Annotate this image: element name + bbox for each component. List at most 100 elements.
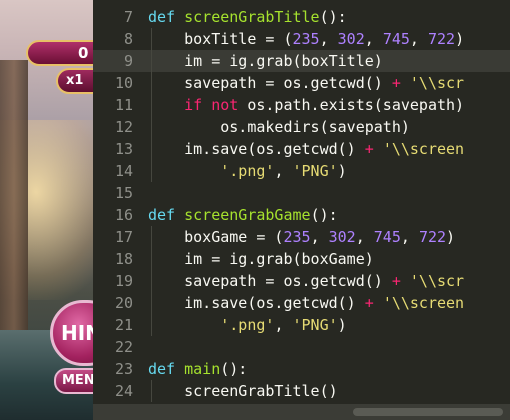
line-number: 24 [114, 382, 133, 400]
code-line[interactable]: 15 [93, 182, 510, 204]
code-text: if not os.path.exists(savepath) [148, 94, 464, 116]
code-token: im = ig.grab(boxTitle) [148, 52, 383, 70]
line-number: 17 [114, 228, 133, 246]
code-line[interactable]: 13 im.save(os.getcwd() + '\\screen [93, 138, 510, 160]
line-number: 12 [114, 118, 133, 136]
code-token: , [310, 228, 329, 246]
code-token: ) [446, 228, 456, 246]
code-token: def [148, 360, 185, 378]
code-token: 302 [328, 228, 356, 246]
code-token: + [391, 74, 401, 92]
code-token: savepath = os.getcwd() [148, 74, 392, 92]
code-token: im = ig.grab(boxGame) [148, 250, 374, 268]
code-token: (): [220, 360, 248, 378]
code-token: 722 [418, 228, 447, 246]
code-line[interactable]: 24 screenGrabTitle() [93, 380, 510, 402]
code-token: screenGrabTitle() [148, 382, 338, 400]
code-editor[interactable]: 7 def screenGrabTitle(): 8 boxTitle = (235… [93, 0, 510, 420]
code-token: , [355, 228, 374, 246]
code-line[interactable]: 9 im = ig.grab(boxTitle) [93, 50, 510, 72]
code-token: savepath = os.getcwd() [148, 272, 392, 290]
scrollbar-thumb[interactable] [353, 408, 503, 416]
line-number: 10 [114, 74, 133, 92]
line-number: 8 [123, 30, 133, 48]
code-line[interactable]: 16 def screenGrabGame(): [93, 204, 510, 226]
code-token: + [364, 140, 374, 158]
code-token: (): [319, 8, 347, 26]
indent-guide [151, 380, 152, 402]
code-token: 302 [337, 30, 365, 48]
code-token: 235 [283, 228, 311, 246]
code-token: , [400, 228, 419, 246]
code-token: im.save(os.getcwd() [148, 294, 365, 312]
line-number: 16 [114, 206, 133, 224]
code-token: + [364, 294, 374, 312]
code-token: + [391, 272, 401, 290]
code-line[interactable]: 7 def screenGrabTitle(): [93, 6, 510, 28]
code-token: 235 [292, 30, 320, 48]
hint-label: HIN [61, 321, 93, 345]
code-token: 745 [373, 228, 401, 246]
indent-guide [151, 226, 152, 336]
code-text: '.png', 'PNG') [148, 160, 346, 182]
line-number: 15 [114, 184, 133, 202]
line-number: 9 [123, 52, 133, 70]
code-token: boxTitle [148, 30, 266, 48]
code-token: if not [184, 96, 239, 114]
multiplier-value: x1 [66, 73, 84, 88]
line-number: 14 [114, 162, 133, 180]
code-text: im = ig.grab(boxTitle) [148, 50, 383, 72]
code-line[interactable]: 17 boxGame = (235, 302, 745, 722) [93, 226, 510, 248]
code-line[interactable]: 12 os.makedirs(savepath) [93, 116, 510, 138]
code-text: screenGrabTitle() [148, 380, 338, 402]
code-token: 722 [427, 30, 456, 48]
code-line[interactable]: 22 [93, 336, 510, 358]
code-token: 745 [382, 30, 410, 48]
code-token: '\\scr [409, 272, 465, 290]
code-text: savepath = os.getcwd() + '\\scr [148, 72, 464, 94]
code-text: boxTitle = (235, 302, 745, 722) [148, 28, 464, 50]
menu-label: MEN [62, 373, 93, 388]
code-token: , [319, 30, 338, 48]
code-line[interactable]: 10 savepath = os.getcwd() + '\\scr [93, 72, 510, 94]
multiplier-display: x1 [56, 68, 93, 94]
code-token: '\\screen [382, 140, 465, 158]
horizontal-scrollbar[interactable] [93, 404, 510, 420]
code-text: def screenGrabTitle(): [148, 6, 347, 28]
code-line[interactable]: 19 savepath = os.getcwd() + '\\scr [93, 270, 510, 292]
code-token: def [148, 206, 185, 224]
code-text: im.save(os.getcwd() + '\\screen [148, 138, 464, 160]
code-line[interactable]: 11 if not os.path.exists(savepath) [93, 94, 510, 116]
code-line[interactable]: 8 boxTitle = (235, 302, 745, 722) [93, 28, 510, 50]
line-number: 13 [114, 140, 133, 158]
code-line[interactable]: 14 '.png', 'PNG') [93, 160, 510, 182]
code-line[interactable]: 21 '.png', 'PNG') [93, 314, 510, 336]
line-number: 19 [114, 272, 133, 290]
code-token: os.makedirs(savepath) [148, 118, 410, 136]
code-token: os.path.exists(savepath) [238, 96, 465, 114]
indent-guide [151, 28, 152, 182]
code-token: '.png' [220, 316, 275, 334]
code-line[interactable]: 23 def main(): [93, 358, 510, 380]
code-line[interactable]: 18 im = ig.grab(boxGame) [93, 248, 510, 270]
code-text: def main(): [148, 358, 247, 380]
code-text: os.makedirs(savepath) [148, 116, 410, 138]
code-token: ) [337, 316, 347, 334]
menu-button[interactable]: MEN [54, 368, 93, 394]
code-token: , [274, 162, 293, 180]
line-number: 21 [114, 316, 133, 334]
code-text: '.png', 'PNG') [148, 314, 347, 336]
code-line[interactable]: 20 im.save(os.getcwd() + '\\screen [93, 292, 510, 314]
code-token: 'PNG' [292, 162, 338, 180]
code-token: 'PNG' [292, 316, 338, 334]
code-token: , [364, 30, 383, 48]
code-token: main [184, 360, 221, 378]
code-token: ( [274, 30, 293, 48]
code-token: '\\screen [382, 294, 465, 312]
code-token: im.save(os.getcwd() [148, 140, 365, 158]
